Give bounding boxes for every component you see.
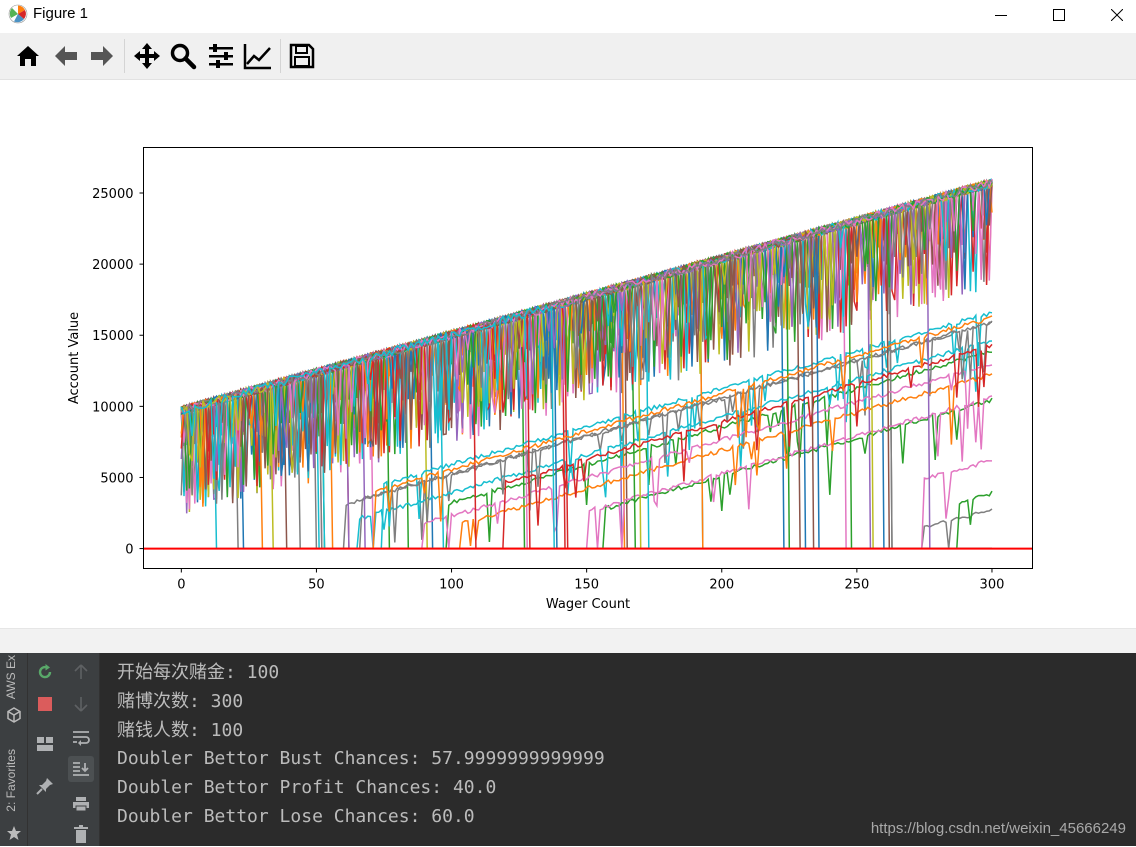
x-tick-label: 0 (177, 578, 185, 593)
matplotlib-icon (8, 4, 28, 24)
home-icon (17, 46, 39, 66)
x-tick-label: 100 (439, 578, 464, 593)
up-stack-button[interactable] (68, 659, 94, 685)
y-tick-label: 0 (125, 543, 133, 558)
pin-icon (36, 778, 53, 795)
console-line: 赌钱人数: 100 (117, 719, 244, 741)
watermark: https://blog.csdn.net/weixin_45666249 (870, 820, 1126, 837)
home-button[interactable] (12, 40, 44, 72)
pin-tab-button[interactable] (32, 773, 58, 799)
y-axis-label: Account Value (67, 312, 82, 404)
configure-subplots-button[interactable] (205, 40, 237, 72)
close-button[interactable] (1094, 0, 1136, 30)
back-button[interactable] (50, 40, 82, 72)
minimize-button[interactable] (978, 0, 1024, 30)
line-chart[interactable]: 0 50 100 150 200 250 300 0 5000 10000 15000 20000 25… (0, 80, 1136, 628)
aws-explorer-tab[interactable]: AWS Ex (4, 655, 18, 699)
figure-window: Figure 1 0 50 100 150 200 250 300 0 5000… (0, 0, 1136, 846)
x-tick-label: 150 (574, 578, 599, 593)
y-tick-label: 20000 (92, 258, 133, 273)
console-line: 赌博次数: 300 (117, 690, 244, 712)
arrow-down-icon (74, 697, 88, 712)
forward-arrow-icon (91, 46, 113, 66)
arrow-up-icon (74, 664, 88, 679)
restore-layout-button[interactable] (32, 731, 58, 757)
x-tick-label: 50 (308, 578, 325, 593)
run-toolbar-primary (28, 653, 62, 846)
pan-button[interactable] (131, 40, 163, 72)
y-tick-label: 10000 (92, 400, 133, 415)
close-icon (1111, 9, 1123, 21)
figure-bottom-bar (0, 628, 1136, 653)
run-toolbar-secondary (62, 653, 100, 846)
down-stack-button[interactable] (68, 691, 94, 717)
y-tick-label: 5000 (100, 471, 133, 486)
console-output[interactable]: 开始每次赌金: 100 赌博次数: 300 赌钱人数: 100 Doubler … (117, 659, 1127, 832)
favorites-tab[interactable]: 2: Favorites (4, 749, 18, 812)
back-arrow-icon (55, 46, 77, 66)
ide-run-panel: AWS Ex 2: Favorites 开始每次赌金: 100 赌博次数: 30… (0, 653, 1136, 846)
x-tick-label: 300 (980, 578, 1005, 593)
stop-icon (38, 697, 52, 711)
configure-subplots-icon (209, 44, 233, 68)
window-title: Figure 1 (33, 5, 89, 22)
console-line: Doubler Bettor Profit Chances: 40.0 (117, 777, 497, 799)
navigation-toolbar (0, 33, 1136, 80)
rerun-button[interactable] (32, 659, 58, 685)
zoom-icon (170, 43, 197, 70)
star-icon[interactable] (6, 825, 22, 841)
console-line: Doubler Bettor Bust Chances: 57.99999999… (117, 748, 605, 770)
toolbar-separator (280, 39, 281, 73)
scroll-to-end-icon (73, 762, 89, 776)
forward-button[interactable] (86, 40, 118, 72)
layout-icon (37, 737, 53, 751)
toolbar-separator (124, 39, 125, 73)
x-tick-label: 200 (709, 578, 734, 593)
x-axis-label: Wager Count (546, 597, 630, 612)
soft-wrap-button[interactable] (68, 725, 94, 751)
save-icon (289, 43, 315, 69)
pan-icon (134, 43, 160, 69)
series-layer (180, 178, 993, 550)
rerun-icon (38, 664, 52, 679)
minimize-icon (995, 15, 1007, 16)
cube-icon[interactable] (6, 707, 22, 723)
side-tool-strip: AWS Ex 2: Favorites (0, 653, 28, 846)
scroll-to-end-button[interactable] (68, 756, 94, 782)
clear-all-button[interactable] (68, 821, 94, 847)
print-button[interactable] (68, 791, 94, 817)
figure-canvas[interactable]: 0 50 100 150 200 250 300 0 5000 10000 15000 20000 25… (0, 80, 1136, 628)
save-button[interactable] (286, 40, 318, 72)
soft-wrap-icon (73, 731, 90, 746)
stop-button[interactable] (32, 691, 58, 717)
maximize-button[interactable] (1036, 0, 1082, 30)
edit-axis-icon (243, 44, 271, 70)
x-tick-label: 250 (844, 578, 869, 593)
y-tick-label: 25000 (92, 187, 133, 202)
edit-axis-button[interactable] (242, 40, 274, 72)
y-tick-label: 15000 (92, 329, 133, 344)
title-bar: Figure 1 (0, 0, 1136, 30)
trash-icon (74, 825, 88, 843)
console-line: 开始每次赌金: 100 (117, 662, 280, 683)
zoom-button[interactable] (167, 40, 199, 72)
print-icon (73, 797, 89, 812)
maximize-icon (1053, 9, 1065, 21)
